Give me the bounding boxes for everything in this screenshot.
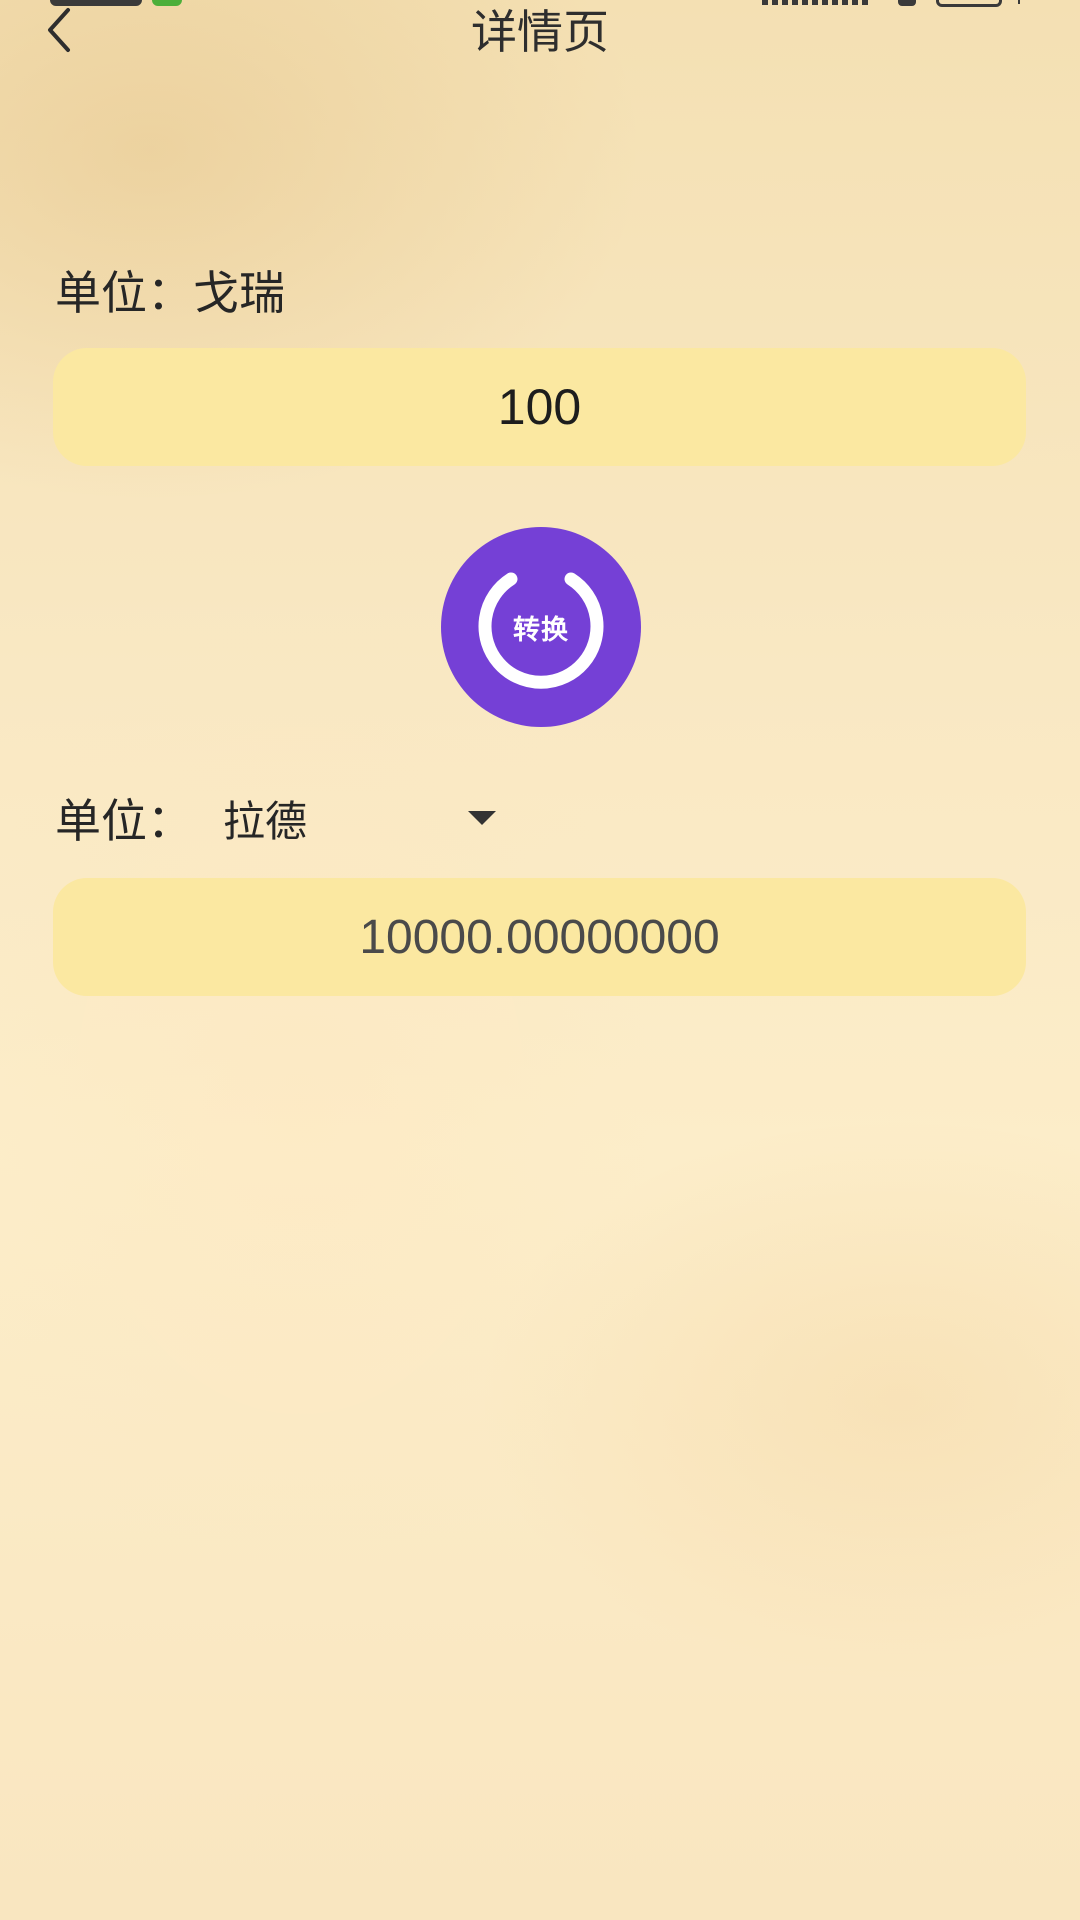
target-value-output: 10000.00000000 (53, 878, 1026, 996)
page-title: 详情页 (471, 5, 609, 59)
source-unit-prefix: 单位： (55, 266, 193, 320)
caret-down-icon (468, 811, 496, 825)
source-unit-name: 戈瑞 (193, 266, 285, 320)
source-value-input[interactable]: 100 (53, 348, 1026, 466)
target-unit-selected: 拉德 (223, 796, 308, 846)
source-unit-row: 单位： 戈瑞 (55, 258, 285, 322)
convert-button[interactable]: 转换 (441, 527, 641, 727)
back-button[interactable] (30, 0, 90, 60)
chevron-left-icon (48, 8, 70, 52)
target-unit-prefix: 单位： (55, 794, 193, 848)
convert-button-label: 转换 (513, 614, 569, 646)
target-unit-row: 单位： 拉德 (55, 786, 496, 850)
target-unit-select[interactable]: 拉德 (223, 788, 496, 849)
